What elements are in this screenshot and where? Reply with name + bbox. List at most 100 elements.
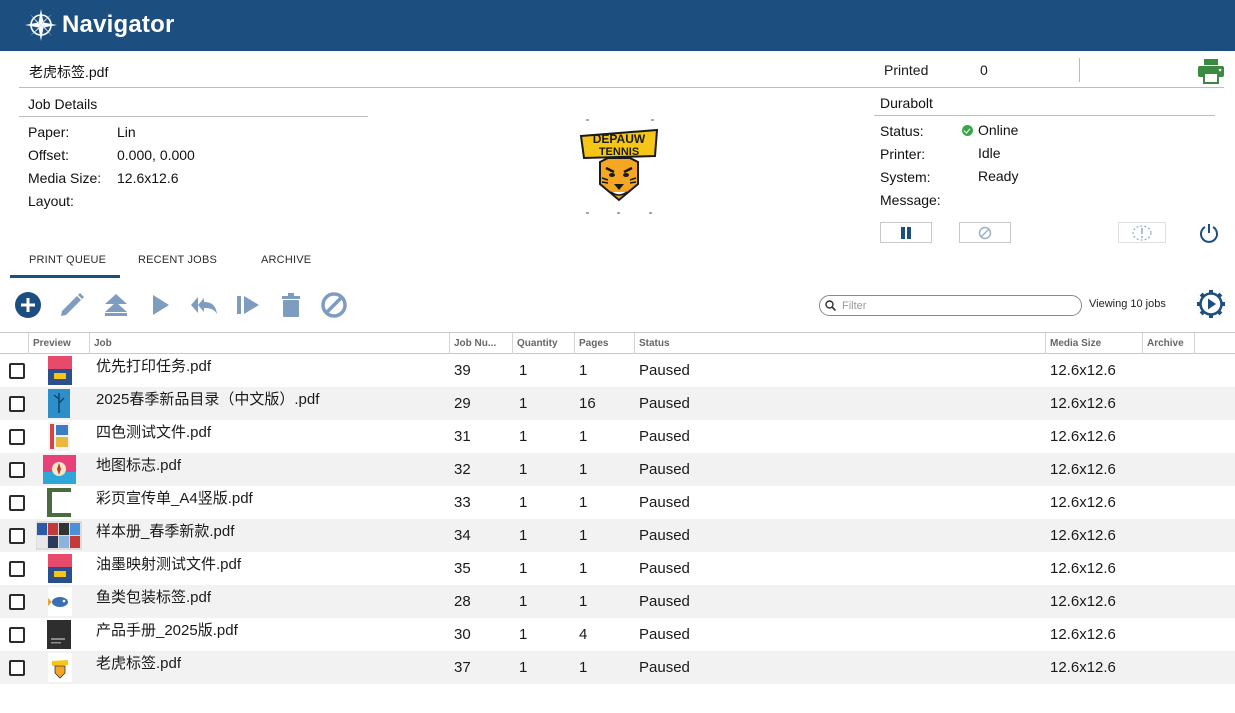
row-checkbox[interactable]	[9, 660, 25, 676]
row-checkbox[interactable]	[9, 495, 25, 511]
job-name: 优先打印任务.pdf	[96, 358, 212, 375]
offset-value: 0.000, 0.000	[117, 147, 195, 163]
row-checkbox[interactable]	[9, 561, 25, 577]
job-thumbnail	[47, 488, 71, 517]
power-button[interactable]	[1198, 222, 1220, 244]
edit-job-button[interactable]	[57, 290, 87, 320]
job-status: Paused	[639, 659, 690, 676]
job-pages: 16	[579, 395, 596, 412]
alert-icon	[1132, 224, 1152, 241]
status-label: Status:	[880, 123, 924, 139]
job-quantity: 1	[519, 428, 528, 445]
job-media-size: 12.6x12.6	[1050, 494, 1116, 511]
column-job-number[interactable]: Job Nu...	[449, 333, 512, 354]
tab-recent-jobs[interactable]: RECENT JOBS	[138, 254, 217, 266]
media-size-label: Media Size:	[28, 170, 102, 186]
cancel-job-button[interactable]	[319, 290, 349, 320]
header-rule	[19, 87, 1224, 88]
app-header: Navigator	[0, 0, 1235, 51]
printer-name-heading: Durabolt	[880, 95, 933, 111]
queue-settings-button[interactable]	[1196, 289, 1226, 319]
table-row[interactable]: 四色测试文件.pdf 31 1 1 Paused 12.6x12.6	[0, 420, 1235, 453]
online-check-icon	[962, 125, 973, 136]
job-thumbnail	[48, 356, 72, 385]
compass-rose-icon	[25, 9, 57, 41]
tab-print-queue[interactable]: PRINT QUEUE	[29, 254, 106, 266]
job-name: 彩页宣传单_A4竖版.pdf	[96, 490, 253, 507]
job-thumbnail	[48, 587, 72, 616]
column-pages[interactable]: Pages	[574, 333, 634, 354]
move-to-top-button[interactable]	[101, 290, 131, 320]
tab-archive[interactable]: ARCHIVE	[261, 254, 311, 266]
job-status: Paused	[639, 527, 690, 544]
job-thumbnail	[48, 422, 70, 451]
alert-button[interactable]	[1118, 222, 1166, 243]
job-number: 30	[454, 626, 471, 643]
reply-all-icon	[191, 297, 217, 314]
crop-mark	[617, 212, 620, 214]
job-pages: 1	[579, 593, 588, 610]
column-quantity[interactable]: Quantity	[512, 333, 574, 354]
add-job-button[interactable]	[13, 290, 43, 320]
printer-panel-rule	[874, 115, 1215, 116]
system-value: Ready	[978, 168, 1019, 184]
job-details-rule	[19, 116, 368, 117]
crop-mark	[651, 119, 654, 121]
table-row[interactable]: 老虎标签.pdf 37 1 1 Paused 12.6x12.6	[0, 651, 1235, 684]
table-row[interactable]: 产品手册_2025版.pdf 30 1 4 Paused 12.6x12.6	[0, 618, 1235, 651]
row-checkbox[interactable]	[9, 594, 25, 610]
system-label: System:	[880, 169, 931, 185]
print-job-button[interactable]	[145, 290, 175, 320]
crop-mark	[586, 212, 589, 214]
job-status: Paused	[639, 626, 690, 643]
job-number: 32	[454, 461, 471, 478]
print-button[interactable]	[1197, 58, 1225, 84]
gear-play-icon	[1197, 290, 1225, 318]
header-divider	[1079, 58, 1080, 82]
job-quantity: 1	[519, 494, 528, 511]
app-logo: Navigator	[24, 8, 175, 42]
offset-label: Offset:	[28, 147, 69, 163]
crop-mark	[586, 119, 589, 121]
job-pages: 1	[579, 362, 588, 379]
cancel-printer-button[interactable]	[959, 222, 1011, 243]
job-thumbnail	[36, 521, 82, 550]
filter-input[interactable]	[842, 299, 1062, 312]
row-checkbox[interactable]	[9, 429, 25, 445]
skip-play-icon	[237, 296, 259, 314]
job-quantity: 1	[519, 593, 528, 610]
move-top-icon	[105, 294, 127, 316]
job-thumbnail	[48, 653, 72, 682]
job-number: 39	[454, 362, 471, 379]
row-checkbox[interactable]	[9, 396, 25, 412]
column-preview[interactable]: Preview	[28, 333, 90, 354]
logo-text-bottom: TENNIS	[599, 146, 639, 158]
job-pages: 1	[579, 461, 588, 478]
logo-text-top: DEPAUW	[593, 132, 646, 146]
job-status: Paused	[639, 560, 690, 577]
column-media-size[interactable]: Media Size	[1045, 333, 1142, 354]
job-pages: 1	[579, 494, 588, 511]
row-checkbox[interactable]	[9, 627, 25, 643]
job-number: 31	[454, 428, 471, 445]
job-number: 34	[454, 527, 471, 544]
delete-job-button[interactable]	[276, 290, 306, 320]
row-checkbox[interactable]	[9, 462, 25, 478]
column-spacer	[1194, 333, 1235, 354]
column-archive[interactable]: Archive	[1142, 333, 1194, 354]
job-name: 2025春季新品目录（中文版）.pdf	[96, 391, 320, 408]
pause-printer-button[interactable]	[880, 222, 932, 243]
reprint-button[interactable]	[189, 290, 219, 320]
current-file-title: 老虎标签.pdf	[29, 64, 109, 80]
filter-field[interactable]	[819, 295, 1082, 316]
job-status: Paused	[639, 461, 690, 478]
job-status: Paused	[639, 395, 690, 412]
resume-button[interactable]	[233, 290, 263, 320]
column-status[interactable]: Status	[634, 333, 1045, 354]
cancel-icon	[321, 292, 347, 318]
status-value: Online	[962, 122, 1018, 138]
row-checkbox[interactable]	[9, 528, 25, 544]
status-text: Online	[978, 122, 1019, 138]
row-checkbox[interactable]	[9, 363, 25, 379]
job-name: 油墨映射测试文件.pdf	[96, 556, 242, 573]
